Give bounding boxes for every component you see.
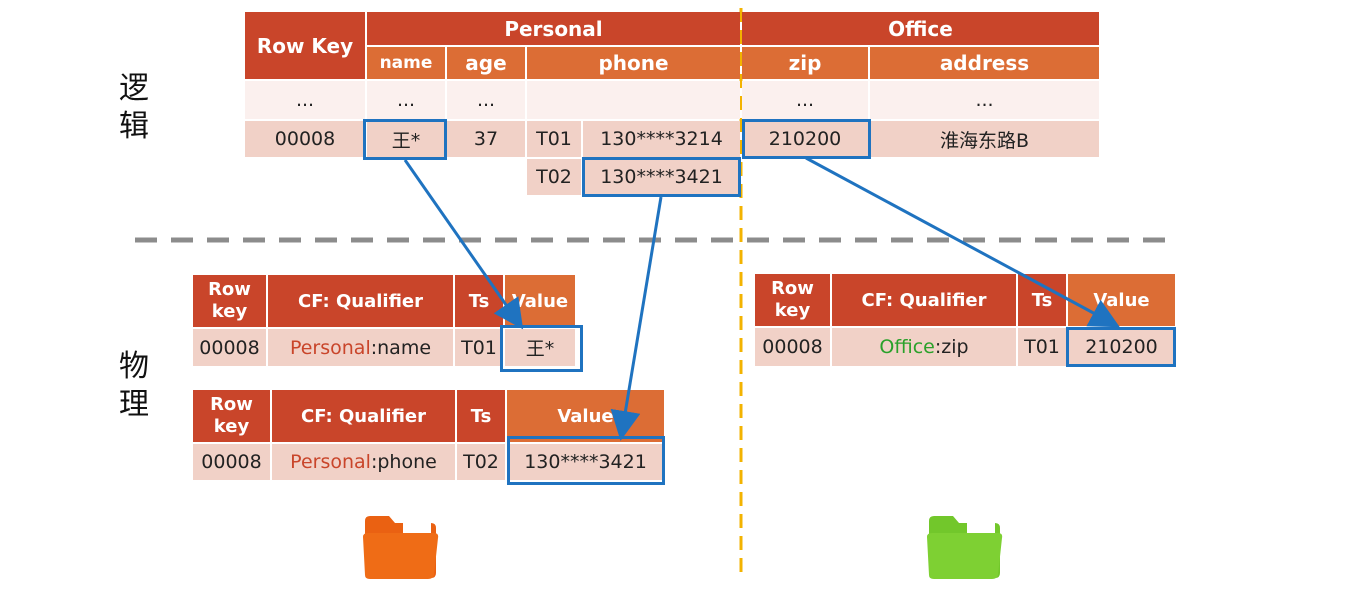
arrow-phone-to-physical [610, 196, 663, 441]
arrow-name-to-physical [403, 159, 524, 330]
folder-icon [363, 516, 439, 579]
mapping-arrows [403, 156, 1120, 441]
arrow-zip-to-physical [805, 156, 1120, 328]
hbase-data-model-diagram: 逻 辑 物 理 Row Key Personal Office name age… [0, 0, 1362, 596]
folder-icon [927, 516, 1003, 579]
